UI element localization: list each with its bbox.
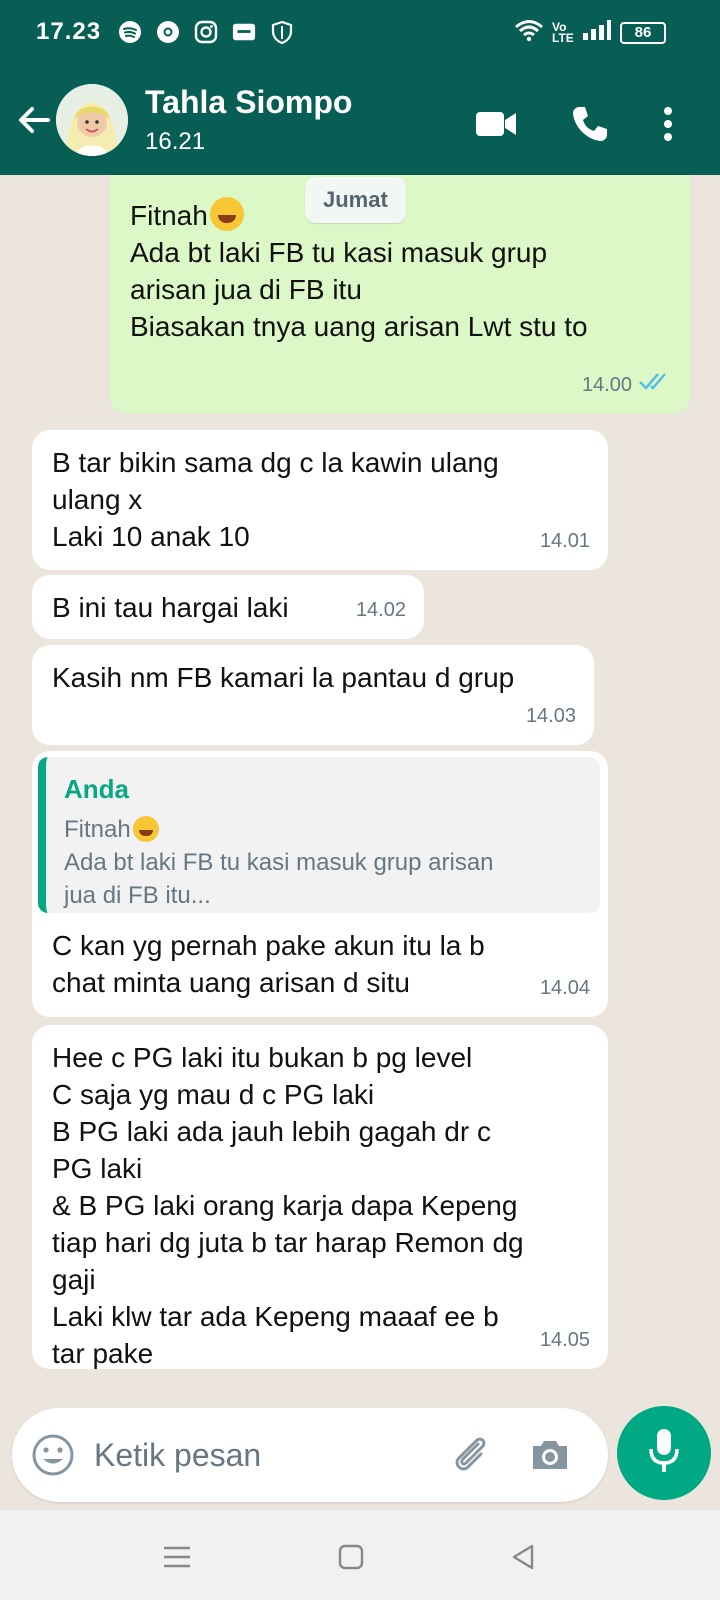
- message-incoming[interactable]: Hee c PG laki itu bukan b pg level C saj…: [32, 1025, 608, 1369]
- double-check-read-icon: [638, 367, 672, 404]
- date-chip: Jumat: [305, 177, 406, 223]
- voice-call-icon[interactable]: [566, 100, 614, 148]
- notification-icons: [118, 20, 294, 44]
- message-incoming[interactable]: B tar bikin sama dg c la kawin ulang ula…: [32, 430, 608, 570]
- message-text: Hee c PG laki itu bukan b pg level C saj…: [52, 1042, 524, 1369]
- quoted-text: Fitnah Ada bt laki FB tu kasi masuk grup…: [64, 816, 494, 909]
- message-incoming[interactable]: Kasih nm FB kamari la pantau d grup 14.0…: [32, 645, 594, 745]
- status-time: 17.23: [36, 18, 102, 45]
- emoji-picker-icon[interactable]: [30, 1432, 76, 1478]
- status-right: Vo LTE 86: [514, 18, 666, 47]
- message-input[interactable]: [94, 1428, 424, 1482]
- attach-paperclip-icon[interactable]: [448, 1432, 494, 1478]
- more-options-icon[interactable]: [652, 100, 684, 148]
- back-nav-icon[interactable]: [506, 1540, 540, 1574]
- message-time: 14.03: [525, 705, 576, 727]
- contact-last-seen: 16.21: [145, 128, 206, 155]
- message-composer: [12, 1408, 608, 1502]
- chat-header: 17.23 Vo LTE 86 Tahla Siompo 16.21: [0, 0, 720, 175]
- spotify-icon: [118, 20, 142, 44]
- shield-icon: [270, 20, 294, 44]
- rolling-laughing-emoji-icon: [132, 816, 159, 842]
- message-text: C kan yg pernah pake akun itu la b chat …: [52, 930, 485, 998]
- volte-label: Vo LTE: [552, 19, 574, 45]
- message-time: 14.02: [355, 599, 406, 621]
- quoted-author: Anda: [64, 774, 129, 804]
- rolling-laughing-emoji-icon: [209, 197, 244, 231]
- message-time: 14.05: [539, 1329, 590, 1351]
- battery-indicator: 86: [620, 21, 666, 44]
- system-navigation-bar: [0, 1510, 720, 1600]
- wifi-icon: [514, 18, 544, 47]
- chrome-icon: [156, 20, 180, 44]
- message-incoming-reply[interactable]: Anda Fitnah Ada bt laki FB tu kasi masuk…: [32, 751, 608, 1017]
- contact-avatar[interactable]: [56, 84, 128, 156]
- message-incoming[interactable]: B ini tau hargai laki 14.02: [32, 575, 424, 639]
- message-text: Kasih nm FB kamari la pantau d grup: [52, 662, 515, 693]
- voice-message-mic-button[interactable]: [617, 1406, 711, 1500]
- home-nav-icon[interactable]: [334, 1540, 368, 1574]
- message-time: 14.04: [539, 977, 590, 999]
- video-call-icon[interactable]: [472, 100, 520, 148]
- microphone-icon: [646, 1427, 682, 1480]
- chat-messages[interactable]: Fitnah Ada bt laki FB tu kasi masuk grup…: [0, 175, 720, 1405]
- menu-nav-icon[interactable]: [160, 1540, 194, 1574]
- back-arrow-icon[interactable]: [14, 100, 54, 140]
- message-time: 14.01: [539, 530, 590, 552]
- contact-name[interactable]: Tahla Siompo: [145, 84, 352, 121]
- message-meta: 14.00: [582, 367, 672, 404]
- signal-icon: [582, 19, 612, 46]
- camera-icon[interactable]: [527, 1432, 573, 1478]
- status-bar: 17.23 Vo LTE 86: [0, 0, 720, 64]
- app-icon: [232, 20, 256, 44]
- message-text: B tar bikin sama dg c la kawin ulang ula…: [52, 447, 499, 552]
- instagram-icon: [194, 20, 218, 44]
- message-time: 14.00: [581, 374, 632, 396]
- quoted-message[interactable]: Anda Fitnah Ada bt laki FB tu kasi masuk…: [38, 757, 600, 913]
- message-text: B ini tau hargai laki: [52, 592, 289, 623]
